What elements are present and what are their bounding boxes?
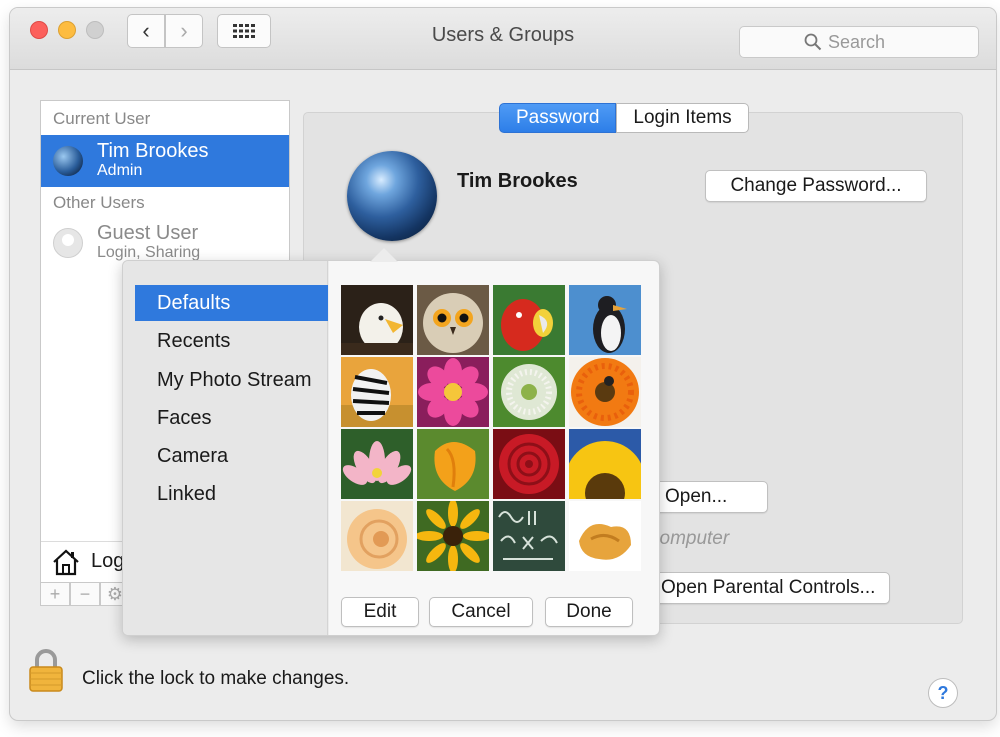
picture-orange-tulip[interactable]	[417, 429, 489, 499]
preferences-window: ‹ › Users & Groups Search Current User T…	[10, 8, 996, 720]
change-password-button[interactable]: Change Password...	[705, 170, 927, 202]
picture-parrot[interactable]	[493, 285, 565, 355]
user-picture-button[interactable]	[347, 151, 437, 241]
picture-zebra[interactable]	[341, 357, 413, 427]
picture-orange-flower[interactable]	[569, 357, 641, 427]
allow-admin-label: computer	[650, 528, 730, 549]
source-linked[interactable]: Linked	[135, 476, 328, 512]
picture-picker-popover: Defaults Recents My Photo Stream Faces C…	[122, 260, 660, 636]
user-full-name: Tim Brookes	[457, 170, 578, 192]
cancel-button[interactable]: Cancel	[429, 597, 533, 627]
picture-source-list: Defaults Recents My Photo Stream Faces C…	[123, 261, 328, 635]
current-user-header: Current User	[53, 109, 151, 128]
search-field[interactable]: Search	[739, 26, 979, 58]
picture-yellow-rose[interactable]	[341, 501, 413, 571]
lock-message: Click the lock to make changes.	[82, 668, 350, 689]
current-user-role: Admin	[97, 162, 143, 179]
picture-grid: Edit Cancel Done	[329, 261, 659, 635]
picture-black-eyed-susan[interactable]	[417, 501, 489, 571]
picture-lotus[interactable]	[341, 429, 413, 499]
earth-avatar-icon	[53, 146, 83, 176]
picture-pink-flower[interactable]	[417, 357, 489, 427]
user-row-current[interactable]: Tim Brookes Admin	[41, 135, 289, 187]
picture-fortune-cookie[interactable]	[569, 501, 641, 571]
open-button[interactable]: Open...	[650, 481, 768, 513]
remove-user-button[interactable]: −	[70, 582, 100, 606]
picture-dandelion[interactable]	[493, 357, 565, 427]
lock-icon[interactable]	[28, 648, 64, 692]
picture-sunflower[interactable]	[569, 429, 641, 499]
tab-password[interactable]: Password	[499, 103, 617, 133]
picture-owl[interactable]	[417, 285, 489, 355]
other-users-header: Other Users	[53, 193, 145, 212]
tab-bar: Password Login Items	[499, 103, 749, 133]
source-photo-stream[interactable]: My Photo Stream	[135, 362, 328, 398]
edit-picture-button[interactable]: Edit	[341, 597, 419, 627]
parental-controls-button[interactable]: Open Parental Controls...	[650, 572, 890, 604]
picture-eagle[interactable]	[341, 285, 413, 355]
guest-avatar-icon	[53, 228, 83, 258]
popover-arrow	[370, 248, 398, 262]
add-user-button[interactable]: +	[40, 582, 70, 606]
help-button[interactable]: ?	[928, 678, 958, 708]
picture-red-rose[interactable]	[493, 429, 565, 499]
source-recents[interactable]: Recents	[135, 323, 328, 359]
source-camera[interactable]: Camera	[135, 438, 328, 474]
search-icon	[804, 33, 822, 51]
done-button[interactable]: Done	[545, 597, 633, 627]
house-icon	[53, 549, 79, 575]
source-faces[interactable]: Faces	[135, 400, 328, 436]
tab-login-items[interactable]: Login Items	[616, 103, 749, 133]
source-defaults[interactable]: Defaults	[135, 285, 328, 321]
guest-user-name: Guest User	[97, 222, 199, 244]
sidebar-controls: + − ⚙	[40, 582, 130, 606]
search-placeholder: Search	[828, 31, 886, 52]
title-bar: ‹ › Users & Groups Search	[10, 8, 996, 70]
picture-chalkboard[interactable]	[493, 501, 565, 571]
current-user-name: Tim Brookes	[97, 140, 209, 162]
picture-penguin[interactable]	[569, 285, 641, 355]
